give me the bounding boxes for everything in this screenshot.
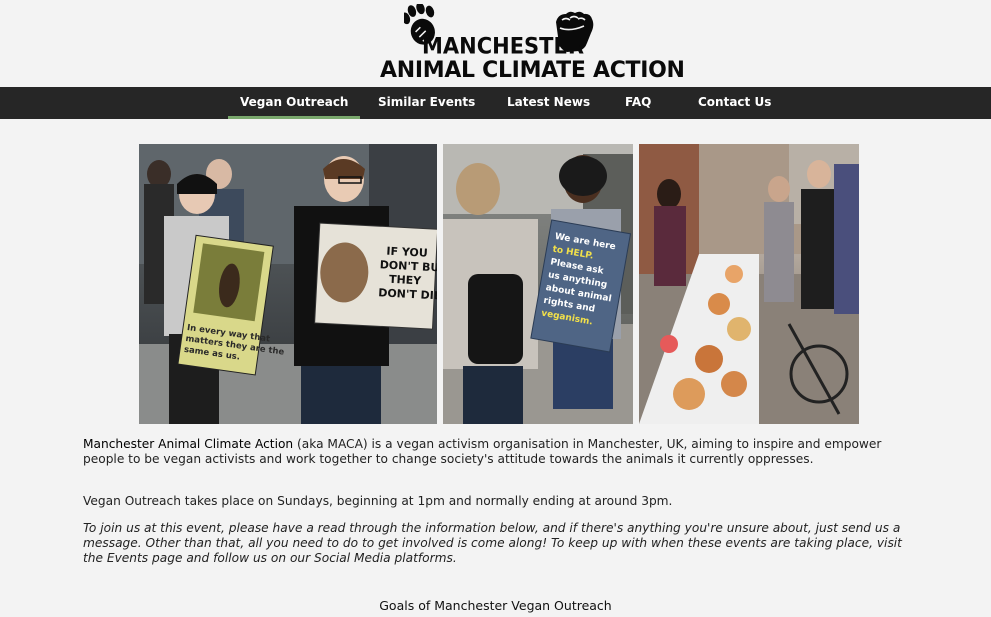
join-paragraph: To join us at this event, please have a … <box>83 521 902 565</box>
nav-similar-events[interactable]: Similar Events <box>378 87 475 119</box>
goals-heading: Goals of Manchester Vegan Outreach <box>379 598 612 613</box>
photo-food-stall <box>639 144 859 424</box>
nav-faq[interactable]: FAQ <box>625 87 651 119</box>
brand-name: Manchester Animal Climate Action <box>83 437 294 451</box>
nav-contact-us[interactable]: Contact Us <box>698 87 771 119</box>
nav-vegan-outreach[interactable]: Vegan Outreach <box>227 87 361 119</box>
site-header: MANCHESTER ANIMAL CLIMATE ACTION <box>0 0 991 87</box>
logo-text-line1: MANCHESTER <box>422 33 585 59</box>
sign2-line3: THEY <box>389 273 423 288</box>
intro-paragraph: Manchester Animal Climate Action (aka MA… <box>83 437 923 467</box>
sign2-line1: IF YOU <box>386 245 428 260</box>
site-logo[interactable]: MANCHESTER ANIMAL CLIMATE ACTION <box>380 4 685 84</box>
nav-latest-news[interactable]: Latest News <box>507 87 590 119</box>
schedule-paragraph: Vegan Outreach takes place on Sundays, b… <box>83 494 673 508</box>
logo-text-line2: ANIMAL CLIMATE ACTION <box>380 58 685 83</box>
photo-activist-help-sign: We are here to HELP. Please ask us anyth… <box>443 144 633 424</box>
photo-activists-with-signs: In every way that matters they are the s… <box>139 144 437 424</box>
main-navigation: Vegan Outreach Similar Events Latest New… <box>0 87 991 119</box>
